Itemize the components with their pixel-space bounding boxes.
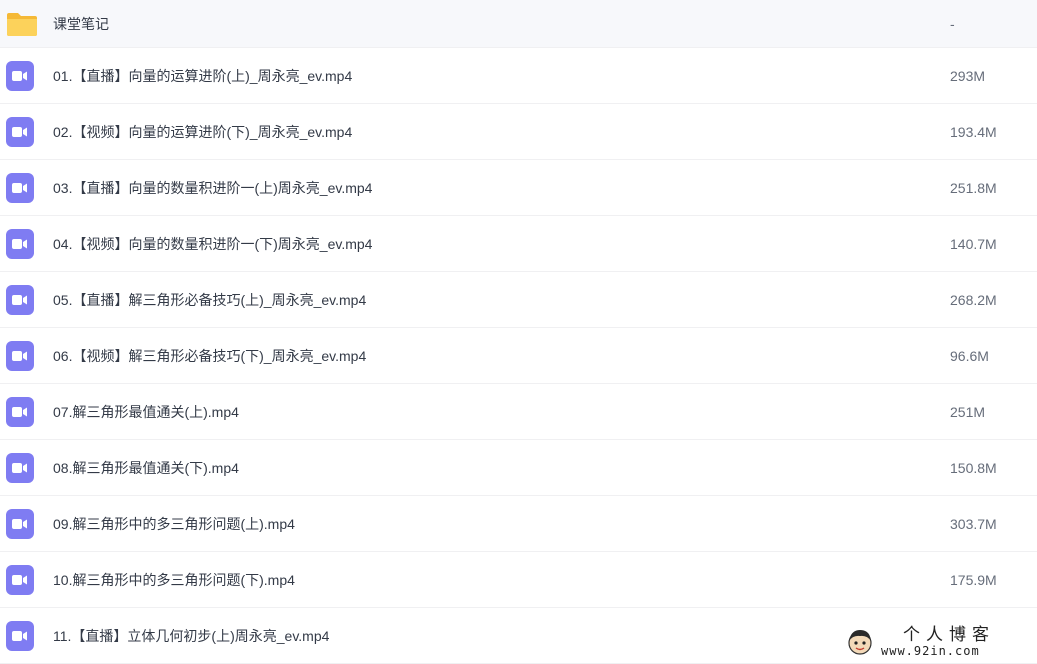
video-icon [6,228,34,259]
video-icon [6,452,34,483]
file-size: - [950,15,955,32]
file-size: 96.6M [950,347,989,364]
video-icon [6,620,34,651]
list-item-video[interactable]: 07.解三角形最值通关(上).mp4 251M [0,384,1037,440]
file-name: 10.解三角形中的多三角形问题(下).mp4 [53,571,295,588]
watermark: 个人博客 www.92in.com [843,622,1033,662]
avatar-icon [848,630,872,655]
file-list: 课堂笔记 - 01.【直播】向量的运算进阶(上)_周永亮_ev.mp4 293M… [0,0,1037,664]
file-size: 303.7M [950,515,997,532]
list-item-video[interactable]: 10.解三角形中的多三角形问题(下).mp4 175.9M [0,552,1037,608]
watermark-url: www.92in.com [881,643,980,658]
video-icon [6,508,34,539]
list-item-video[interactable]: 06.【视频】解三角形必备技巧(下)_周永亮_ev.mp4 96.6M [0,328,1037,384]
list-item-video[interactable]: 03.【直播】向量的数量积进阶一(上)周永亮_ev.mp4 251.8M [0,160,1037,216]
file-name: 03.【直播】向量的数量积进阶一(上)周永亮_ev.mp4 [53,179,373,196]
video-icon [6,172,34,203]
file-size: 293M [950,67,986,84]
video-icon [6,60,34,91]
list-item-video[interactable]: 09.解三角形中的多三角形问题(上).mp4 303.7M [0,496,1037,552]
file-name: 04.【视频】向量的数量积进阶一(下)周永亮_ev.mp4 [53,235,373,252]
video-icon [6,284,34,315]
file-size: 251M [950,403,986,420]
folder-icon [7,12,37,36]
list-item-video[interactable]: 02.【视频】向量的运算进阶(下)_周永亮_ev.mp4 193.4M [0,104,1037,160]
file-name: 05.【直播】解三角形必备技巧(上)_周永亮_ev.mp4 [53,291,367,308]
list-item-video[interactable]: 01.【直播】向量的运算进阶(上)_周永亮_ev.mp4 293M [0,48,1037,104]
file-name: 09.解三角形中的多三角形问题(上).mp4 [53,515,295,532]
video-icon [6,116,34,147]
video-icon [6,564,34,595]
file-size: 251.8M [950,179,997,196]
file-size: 193.4M [950,123,997,140]
file-name: 07.解三角形最值通关(上).mp4 [53,403,239,420]
file-name: 06.【视频】解三角形必备技巧(下)_周永亮_ev.mp4 [53,347,367,364]
file-size: 175.9M [950,571,997,588]
file-size: 268.2M [950,291,997,308]
file-name: 01.【直播】向量的运算进阶(上)_周永亮_ev.mp4 [53,67,353,84]
video-icon [6,396,34,427]
list-item-video[interactable]: 05.【直播】解三角形必备技巧(上)_周永亮_ev.mp4 268.2M [0,272,1037,328]
file-name: 08.解三角形最值通关(下).mp4 [53,459,239,476]
list-item-video[interactable]: 08.解三角形最值通关(下).mp4 150.8M [0,440,1037,496]
video-icon [6,340,34,371]
file-name: 课堂笔记 [53,15,109,32]
file-size: 150.8M [950,459,997,476]
list-item-video[interactable]: 04.【视频】向量的数量积进阶一(下)周永亮_ev.mp4 140.7M [0,216,1037,272]
list-item-folder[interactable]: 课堂笔记 - [0,0,1037,48]
file-size: 140.7M [950,235,997,252]
file-name: 02.【视频】向量的运算进阶(下)_周永亮_ev.mp4 [53,123,353,140]
watermark-title: 个人博客 [903,624,995,645]
